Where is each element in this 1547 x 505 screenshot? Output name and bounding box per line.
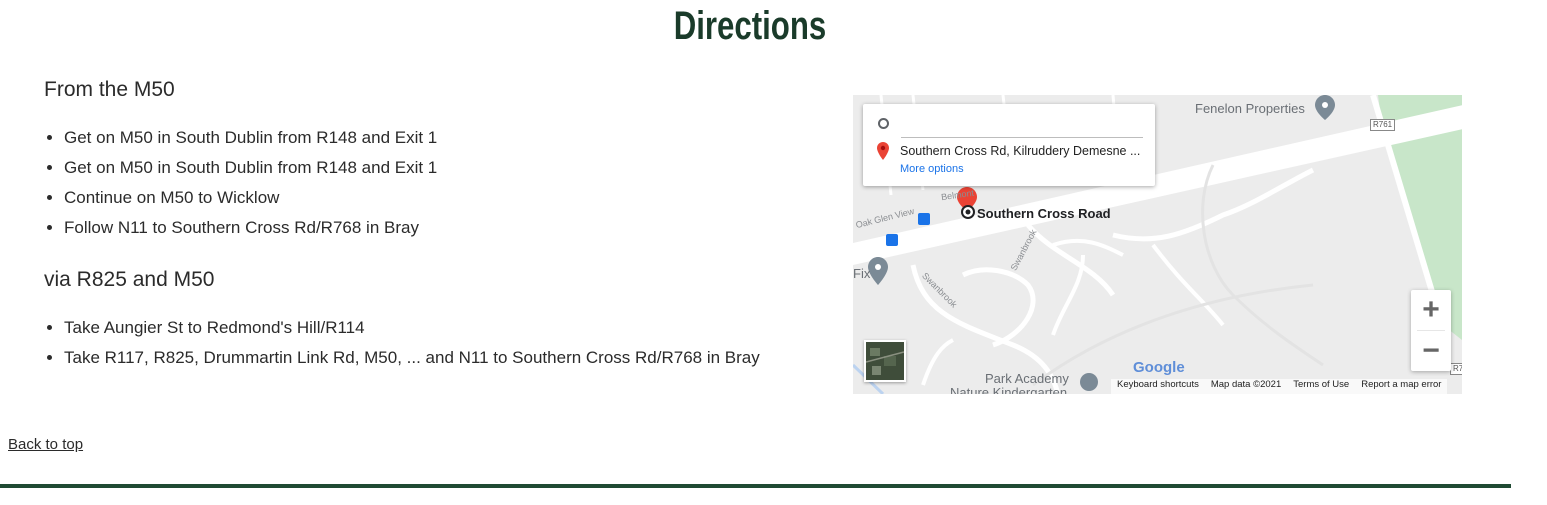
road-shield-r7: R7 (1450, 363, 1462, 375)
steps-list-r825: Take Aungier St to Redmond's Hill/R114 T… (44, 318, 760, 378)
road-shield-r761: R761 (1370, 119, 1396, 131)
google-logo: Google (1133, 359, 1185, 376)
place-fix[interactable]: Fix (853, 266, 870, 281)
report-map-error-link[interactable]: Report a map error (1361, 379, 1441, 390)
map-footer: Keyboard shortcuts Map data ©2021 Terms of… (1111, 379, 1448, 394)
destination-pin-icon (877, 142, 889, 165)
place-park-academy[interactable]: Park Academy (985, 371, 1069, 386)
zoom-out-button[interactable]: − (1411, 331, 1451, 371)
embedded-map[interactable]: Fenelon Properties Fix Park Academy Natu… (853, 95, 1462, 394)
list-item: Get on M50 in South Dublin from R148 and… (64, 158, 437, 188)
list-item: Get on M50 in South Dublin from R148 and… (64, 128, 437, 158)
place-fenelon-properties[interactable]: Fenelon Properties (1195, 101, 1305, 116)
page-title: Directions (673, 4, 827, 48)
map-data-text: Map data ©2021 (1210, 379, 1282, 390)
list-item: Continue on M50 to Wicklow (64, 188, 437, 218)
origin-circle-icon (878, 118, 889, 129)
more-options-link[interactable]: More options (900, 163, 964, 175)
zoom-control: + − (1411, 290, 1451, 371)
section-heading-m50: From the M50 (44, 78, 175, 101)
satellite-thumbnail-icon (865, 342, 905, 380)
keyboard-shortcuts-link[interactable]: Keyboard shortcuts (1117, 379, 1199, 390)
zoom-in-button[interactable]: + (1411, 290, 1451, 330)
directions-card: Southern Cross Rd, Kilruddery Demesne ..… (863, 104, 1155, 186)
place-nature-kindergarten[interactable]: Nature Kindergarten (950, 385, 1067, 394)
destination-marker-label[interactable]: Southern Cross Road (977, 206, 1111, 221)
section-heading-r825: via R825 and M50 (44, 268, 215, 291)
terms-of-use-link[interactable]: Terms of Use (1293, 379, 1349, 390)
satellite-toggle-button[interactable] (864, 340, 906, 382)
back-to-top-link[interactable]: Back to top (8, 436, 83, 453)
footer-divider (0, 484, 1511, 488)
steps-list-m50: Get on M50 in South Dublin from R148 and… (44, 128, 437, 248)
list-item: Take R117, R825, Drummartin Link Rd, M50… (64, 348, 760, 378)
list-item: Follow N11 to Southern Cross Rd/R768 in … (64, 218, 437, 248)
destination-address: Southern Cross Rd, Kilruddery Demesne ..… (900, 144, 1141, 158)
origin-input-underline[interactable] (901, 137, 1143, 138)
list-item: Take Aungier St to Redmond's Hill/R114 (64, 318, 760, 348)
